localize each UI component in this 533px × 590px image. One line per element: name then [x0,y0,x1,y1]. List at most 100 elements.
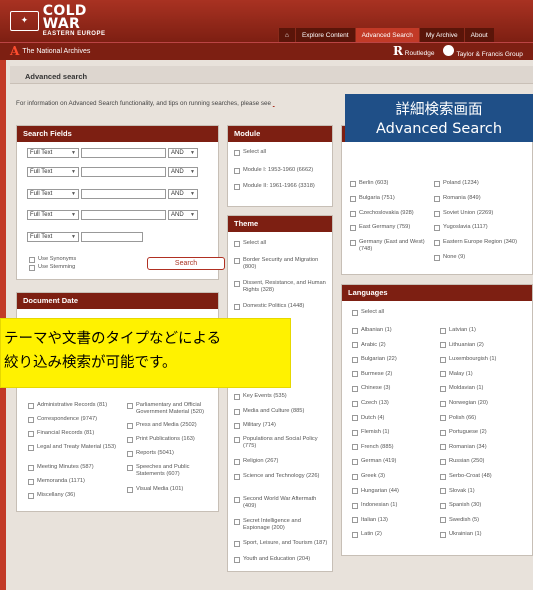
language-item[interactable]: Hungarian (44) [352,488,434,495]
country-item[interactable]: Soviet Union (2269) [434,210,530,217]
theme-item[interactable]: Second World War Aftermath (409) [234,496,329,510]
theme-item[interactable]: Sport, Leisure, and Tourism (187) [234,540,329,547]
doc-type-item[interactable]: Print Publications (163) [127,436,217,443]
doc-type-item[interactable]: Press and Media (2502) [127,422,217,429]
operator-select[interactable]: AND ▼ [168,167,198,177]
theme-item[interactable]: Science and Technology (226) [234,473,329,480]
use-synonyms-checkbox[interactable]: Use Synonyms [29,256,76,263]
search-input[interactable] [81,167,166,177]
theme-item[interactable]: Youth and Education (204) [234,556,329,563]
theme-item[interactable]: Key Events (535) [234,393,329,400]
doc-type-item[interactable]: Parliamentary and Official Government Ma… [127,402,217,416]
search-input[interactable] [81,232,143,242]
field-select[interactable]: Full Text ▼ [27,167,79,177]
language-item[interactable]: Chinese (3) [352,385,434,392]
language-item[interactable]: Dutch (4) [352,415,434,422]
theme-item[interactable]: Populations and Social Policy (775) [234,436,329,450]
doc-type-item[interactable]: Administrative Records (81) [28,402,123,409]
country-item[interactable]: East Germany (759) [350,224,430,231]
doc-type-item[interactable]: Meeting Minutes (587) [28,464,123,471]
language-item[interactable]: Italian (13) [352,517,434,524]
nav-advanced-search[interactable]: Advanced Search [354,28,419,42]
search-button[interactable]: Search [147,257,225,270]
doc-type-item[interactable]: Miscellany (36) [28,492,123,499]
country-item[interactable]: Czechoslovakia (928) [350,210,430,217]
language-item[interactable]: Slovak (1) [440,488,522,495]
field-select[interactable]: Full Text ▼ [27,232,79,242]
search-input[interactable] [81,210,166,220]
language-select-all[interactable]: Select all [352,309,432,316]
doc-type-item[interactable]: Reports (5041) [127,450,217,457]
doc-type-item[interactable]: Legal and Treaty Material (153) [28,444,118,451]
home-icon[interactable]: ⌂ [278,28,295,42]
module-item[interactable]: Module I: 1953-1960 (6662) [234,167,329,174]
field-select[interactable]: Full Text ▼ [27,148,79,158]
language-item[interactable]: French (885) [352,444,434,451]
module-item[interactable]: Select all [234,149,329,156]
cold-war-logo[interactable]: ✦ COLD WAR EASTERN EUROPE [10,4,120,37]
language-item[interactable]: Arabic (2) [352,342,434,349]
nav-my-archive[interactable]: My Archive [418,28,464,42]
language-item[interactable]: Portuguese (2) [440,429,522,436]
language-item[interactable]: Greek (3) [352,473,434,480]
theme-item[interactable]: Select all [234,240,329,247]
doc-type-item[interactable]: Visual Media (101) [127,486,217,493]
theme-item[interactable]: Secret Intelligence and Espionage (200) [234,518,329,532]
taylor-francis-logo[interactable]: Taylor & Francis Group [443,44,523,58]
country-item[interactable]: Germany (East and West) (748) [350,239,430,253]
nav-about[interactable]: About [463,28,494,42]
info-link[interactable] [273,100,275,107]
theme-item[interactable]: Domestic Politics (1448) [234,303,329,310]
language-item[interactable]: Moldavian (1) [440,385,522,392]
doc-type-item[interactable]: Financial Records (81) [28,430,123,437]
national-archives-logo[interactable]: A The National Archives [10,44,90,58]
language-item[interactable]: Latin (2) [352,531,434,538]
language-item[interactable]: Ukrainian (1) [440,531,522,538]
routledge-logo[interactable]: R Routledge [393,44,434,58]
publisher-logos: R Routledge Taylor & Francis Group [393,44,523,58]
language-item[interactable]: Romanian (34) [440,444,522,451]
language-item[interactable]: Swedish (5) [440,517,522,524]
language-item[interactable]: Burmese (2) [352,371,434,378]
doc-type-item[interactable]: Speeches and Public Statements (607) [127,464,217,478]
country-item[interactable]: Berlin (603) [350,180,430,187]
use-stemming-checkbox[interactable]: Use Stemming [29,264,75,271]
theme-item[interactable]: Military (714) [234,422,329,429]
country-item[interactable]: Romania (849) [434,195,530,202]
theme-item[interactable]: Dissent, Resistance, and Human Rights (3… [234,280,329,294]
language-item[interactable]: Russian (250) [440,458,522,465]
language-item[interactable]: German (419) [352,458,434,465]
nav-explore-content[interactable]: Explore Content [294,28,355,42]
search-input[interactable] [81,148,166,158]
operator-select[interactable]: AND ▼ [168,210,198,220]
language-item[interactable]: Polish (66) [440,415,522,422]
language-item[interactable]: Albanian (1) [352,327,434,334]
language-item[interactable]: Luxembourgish (1) [440,356,522,363]
language-item[interactable]: Indonesian (1) [352,502,434,509]
language-item[interactable]: Serbo-Croat (48) [440,473,522,480]
language-item[interactable]: Czech (13) [352,400,434,407]
country-item[interactable]: Yugoslavia (1117) [434,224,530,231]
country-item[interactable]: Poland (1234) [434,180,530,187]
language-item[interactable]: Norwegian (20) [440,400,522,407]
search-input[interactable] [81,189,166,199]
operator-select[interactable]: AND ▼ [168,189,198,199]
operator-select[interactable]: AND ▼ [168,148,198,158]
theme-item[interactable]: Religion (267) [234,458,329,465]
theme-item[interactable]: Border Security and Migration (800) [234,257,329,271]
language-item[interactable]: Malay (1) [440,371,522,378]
language-item[interactable]: Latvian (1) [440,327,522,334]
language-item[interactable]: Bulgarian (22) [352,356,434,363]
field-select[interactable]: Full Text ▼ [27,210,79,220]
field-select[interactable]: Full Text ▼ [27,189,79,199]
country-item[interactable]: Bulgaria (751) [350,195,430,202]
language-item[interactable]: Flemish (1) [352,429,434,436]
language-item[interactable]: Lithuanian (2) [440,342,522,349]
doc-type-item[interactable]: Correspondence (9747) [28,416,123,423]
doc-type-item[interactable]: Memoranda (1171) [28,478,123,485]
language-item[interactable]: Spanish (30) [440,502,522,509]
country-item[interactable]: None (9) [434,254,530,261]
theme-item[interactable]: Media and Culture (885) [234,408,329,415]
module-item[interactable]: Module II: 1961-1966 (3318) [234,183,329,190]
country-item[interactable]: Eastern Europe Region (340) [434,239,530,246]
